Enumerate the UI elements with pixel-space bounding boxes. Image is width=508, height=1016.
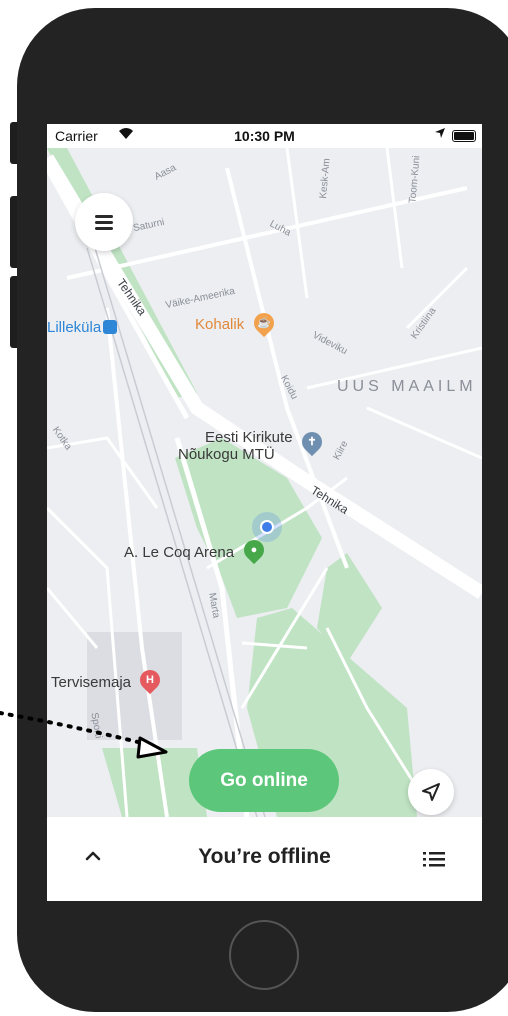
annotation-arrow: [0, 711, 168, 759]
